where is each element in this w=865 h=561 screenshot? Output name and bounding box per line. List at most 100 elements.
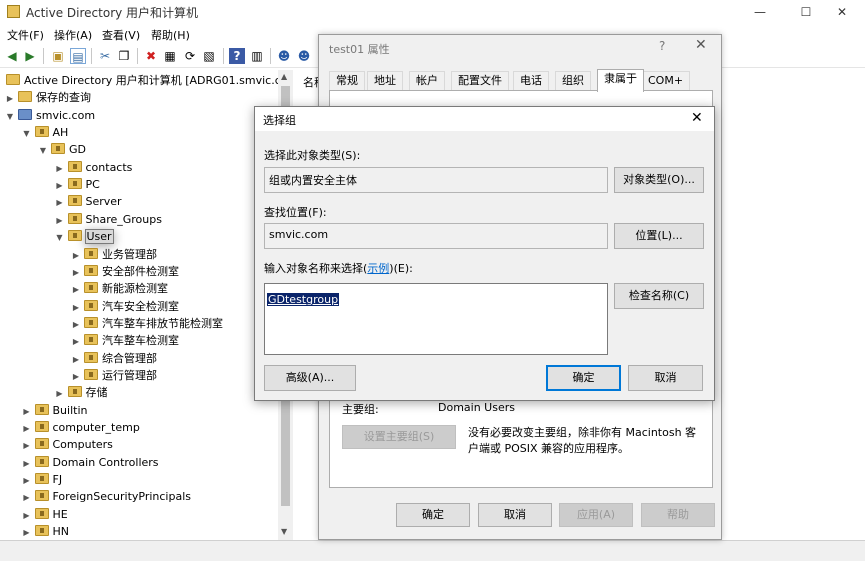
tree-saved-queries[interactable]: ▶ 保存的查询 — [4, 89, 92, 106]
locations-button[interactable]: 位置(L)... — [614, 223, 704, 249]
expand-arrow-icon[interactable]: ▶ — [21, 472, 33, 489]
expand-arrow-icon[interactable]: ▶ — [21, 420, 33, 437]
tree-node[interactable]: ▼ GD — [37, 141, 87, 158]
tree-node[interactable]: ▶ FJ — [21, 471, 64, 488]
close-icon[interactable]: ✕ — [691, 110, 703, 126]
tab-organization[interactable]: 组织 — [555, 71, 591, 91]
tree-node[interactable]: ▶ Domain Controllers — [21, 454, 160, 471]
minimize-button[interactable]: — — [737, 0, 783, 24]
tree-node[interactable]: ▶ Builtin — [21, 402, 89, 419]
object-names-input[interactable]: GDtestgroup — [264, 283, 608, 355]
tree-node[interactable]: ▶ 新能源检测室 — [70, 280, 169, 297]
check-names-button[interactable]: 检查名称(C) — [614, 283, 704, 309]
collapse-arrow-icon[interactable]: ▼ — [21, 125, 33, 142]
help-button[interactable]: 帮助 — [641, 503, 715, 527]
scroll-down-arrow-icon[interactable]: ▼ — [281, 527, 287, 536]
menu-view[interactable]: 查看(V) — [102, 27, 140, 43]
tree-node[interactable]: ▶ 运行管理部 — [70, 367, 158, 384]
cut-icon[interactable]: ✂ — [97, 48, 113, 64]
expand-arrow-icon[interactable]: ▶ — [21, 455, 33, 472]
tree-node[interactable]: ▶ Share_Groups — [54, 211, 163, 228]
scroll-up-arrow-icon[interactable]: ▲ — [281, 72, 287, 81]
tab-profile[interactable]: 配置文件 — [451, 71, 509, 91]
expand-arrow-icon[interactable]: ▶ — [54, 194, 66, 211]
expand-arrow-icon[interactable]: ▶ — [54, 212, 66, 229]
close-window-button[interactable]: ✕ — [819, 0, 865, 24]
set-primary-group-button[interactable]: 设置主要组(S) — [342, 425, 456, 449]
tree-node[interactable]: ▶ 汽车安全检测室 — [70, 298, 180, 315]
ok-button[interactable]: 确定 — [396, 503, 470, 527]
help-icon[interactable]: ? — [659, 39, 665, 53]
expand-arrow-icon[interactable]: ▶ — [21, 403, 33, 420]
expand-arrow-icon[interactable]: ▶ — [54, 160, 66, 177]
expand-arrow-icon[interactable]: ▶ — [54, 177, 66, 194]
tree-node[interactable]: ▶ 安全部件检测室 — [70, 263, 180, 280]
tree-node[interactable]: ▶ Computers — [21, 436, 114, 453]
entered-object-name[interactable]: GDtestgroup — [267, 293, 340, 306]
tab-account[interactable]: 帐户 — [409, 71, 445, 91]
expand-arrow-icon[interactable]: ▶ — [70, 333, 82, 350]
forward-arrow-icon[interactable]: ▶ — [22, 48, 38, 64]
expand-arrow-icon[interactable]: ▶ — [70, 264, 82, 281]
examples-link[interactable]: 示例 — [367, 262, 389, 275]
tab-address[interactable]: 地址 — [367, 71, 403, 91]
advanced-button[interactable]: 高级(A)... — [264, 365, 356, 391]
menu-file[interactable]: 文件(F) — [7, 27, 44, 43]
expand-arrow-icon[interactable]: ▶ — [21, 507, 33, 524]
expand-arrow-icon[interactable]: ▶ — [70, 316, 82, 333]
tab-com-plus[interactable]: COM+ — [641, 71, 691, 91]
expand-arrow-icon[interactable]: ▶ — [21, 524, 33, 540]
new-user-icon[interactable]: ☻ — [276, 48, 292, 64]
collapse-arrow-icon[interactable]: ▼ — [54, 229, 66, 246]
tab-telephones[interactable]: 电话 — [513, 71, 549, 91]
new-group-icon[interactable]: ☻ — [296, 48, 312, 64]
apply-button[interactable]: 应用(A) — [559, 503, 633, 527]
ok-button[interactable]: 确定 — [546, 365, 621, 391]
tree-node[interactable]: ▶ 汽车整车检测室 — [70, 332, 180, 349]
expand-arrow-icon[interactable]: ▶ — [4, 90, 16, 107]
up-folder-icon[interactable]: ▣ — [50, 48, 66, 64]
tree-node[interactable]: ▶ computer_temp — [21, 419, 141, 436]
tree-node[interactable]: ▶ contacts — [54, 159, 134, 176]
cancel-button[interactable]: 取消 — [478, 503, 552, 527]
menu-action[interactable]: 操作(A) — [54, 27, 92, 43]
tab-general[interactable]: 常规 — [329, 71, 365, 91]
show-tree-icon[interactable]: ▤ — [70, 48, 86, 64]
expand-arrow-icon[interactable]: ▶ — [21, 437, 33, 454]
tree-node[interactable]: ▶ 存储 — [54, 384, 109, 401]
tree-node[interactable]: ▶ Server — [54, 193, 123, 210]
copy-icon[interactable]: ❐ — [116, 48, 132, 64]
tree-node[interactable]: ▶ HE — [21, 506, 69, 523]
tree-node[interactable]: ▶ ForeignSecurityPrincipals — [21, 488, 193, 505]
close-icon[interactable]: ✕ — [695, 37, 707, 53]
expand-arrow-icon[interactable]: ▶ — [70, 281, 82, 298]
tree-node[interactable]: ▶ PC — [54, 176, 101, 193]
collapse-arrow-icon[interactable]: ▼ — [4, 108, 16, 125]
object-types-button[interactable]: 对象类型(O)... — [614, 167, 704, 193]
expand-arrow-icon[interactable]: ▶ — [70, 247, 82, 264]
export-icon[interactable]: ▧ — [201, 48, 217, 64]
expand-arrow-icon[interactable]: ▶ — [21, 489, 33, 506]
delete-icon[interactable]: ✖ — [143, 48, 159, 64]
properties-icon[interactable]: ▦ — [162, 48, 178, 64]
collapse-arrow-icon[interactable]: ▼ — [37, 142, 49, 159]
expand-arrow-icon[interactable]: ▶ — [70, 351, 82, 368]
console-icon[interactable]: ▥ — [249, 48, 265, 64]
help-icon[interactable]: ? — [229, 48, 245, 64]
tree-node[interactable]: ▶ 综合管理部 — [70, 350, 158, 367]
tree-node[interactable]: ▶ 汽车整车排放节能检测室 — [70, 315, 224, 332]
cancel-button[interactable]: 取消 — [628, 365, 703, 391]
tab-member-of[interactable]: 隶属于 — [597, 69, 644, 92]
expand-arrow-icon[interactable]: ▶ — [54, 385, 66, 402]
tree-domain[interactable]: ▼ smvic.com — [4, 107, 96, 124]
tree-node[interactable]: ▶ HN — [21, 523, 71, 540]
tree-node[interactable]: ▼ AH — [21, 124, 70, 141]
tree-root[interactable]: Active Directory 用户和计算机 [ADRG01.smvic.co… — [4, 72, 292, 89]
back-arrow-icon[interactable]: ◀ — [4, 48, 20, 64]
expand-arrow-icon[interactable]: ▶ — [70, 368, 82, 385]
tree-node[interactable]: ▼ User — [54, 228, 114, 245]
expand-arrow-icon[interactable]: ▶ — [70, 299, 82, 316]
tree-node[interactable]: ▶ 业务管理部 — [70, 246, 158, 263]
refresh-icon[interactable]: ⟳ — [182, 48, 198, 64]
menu-help[interactable]: 帮助(H) — [151, 27, 190, 43]
